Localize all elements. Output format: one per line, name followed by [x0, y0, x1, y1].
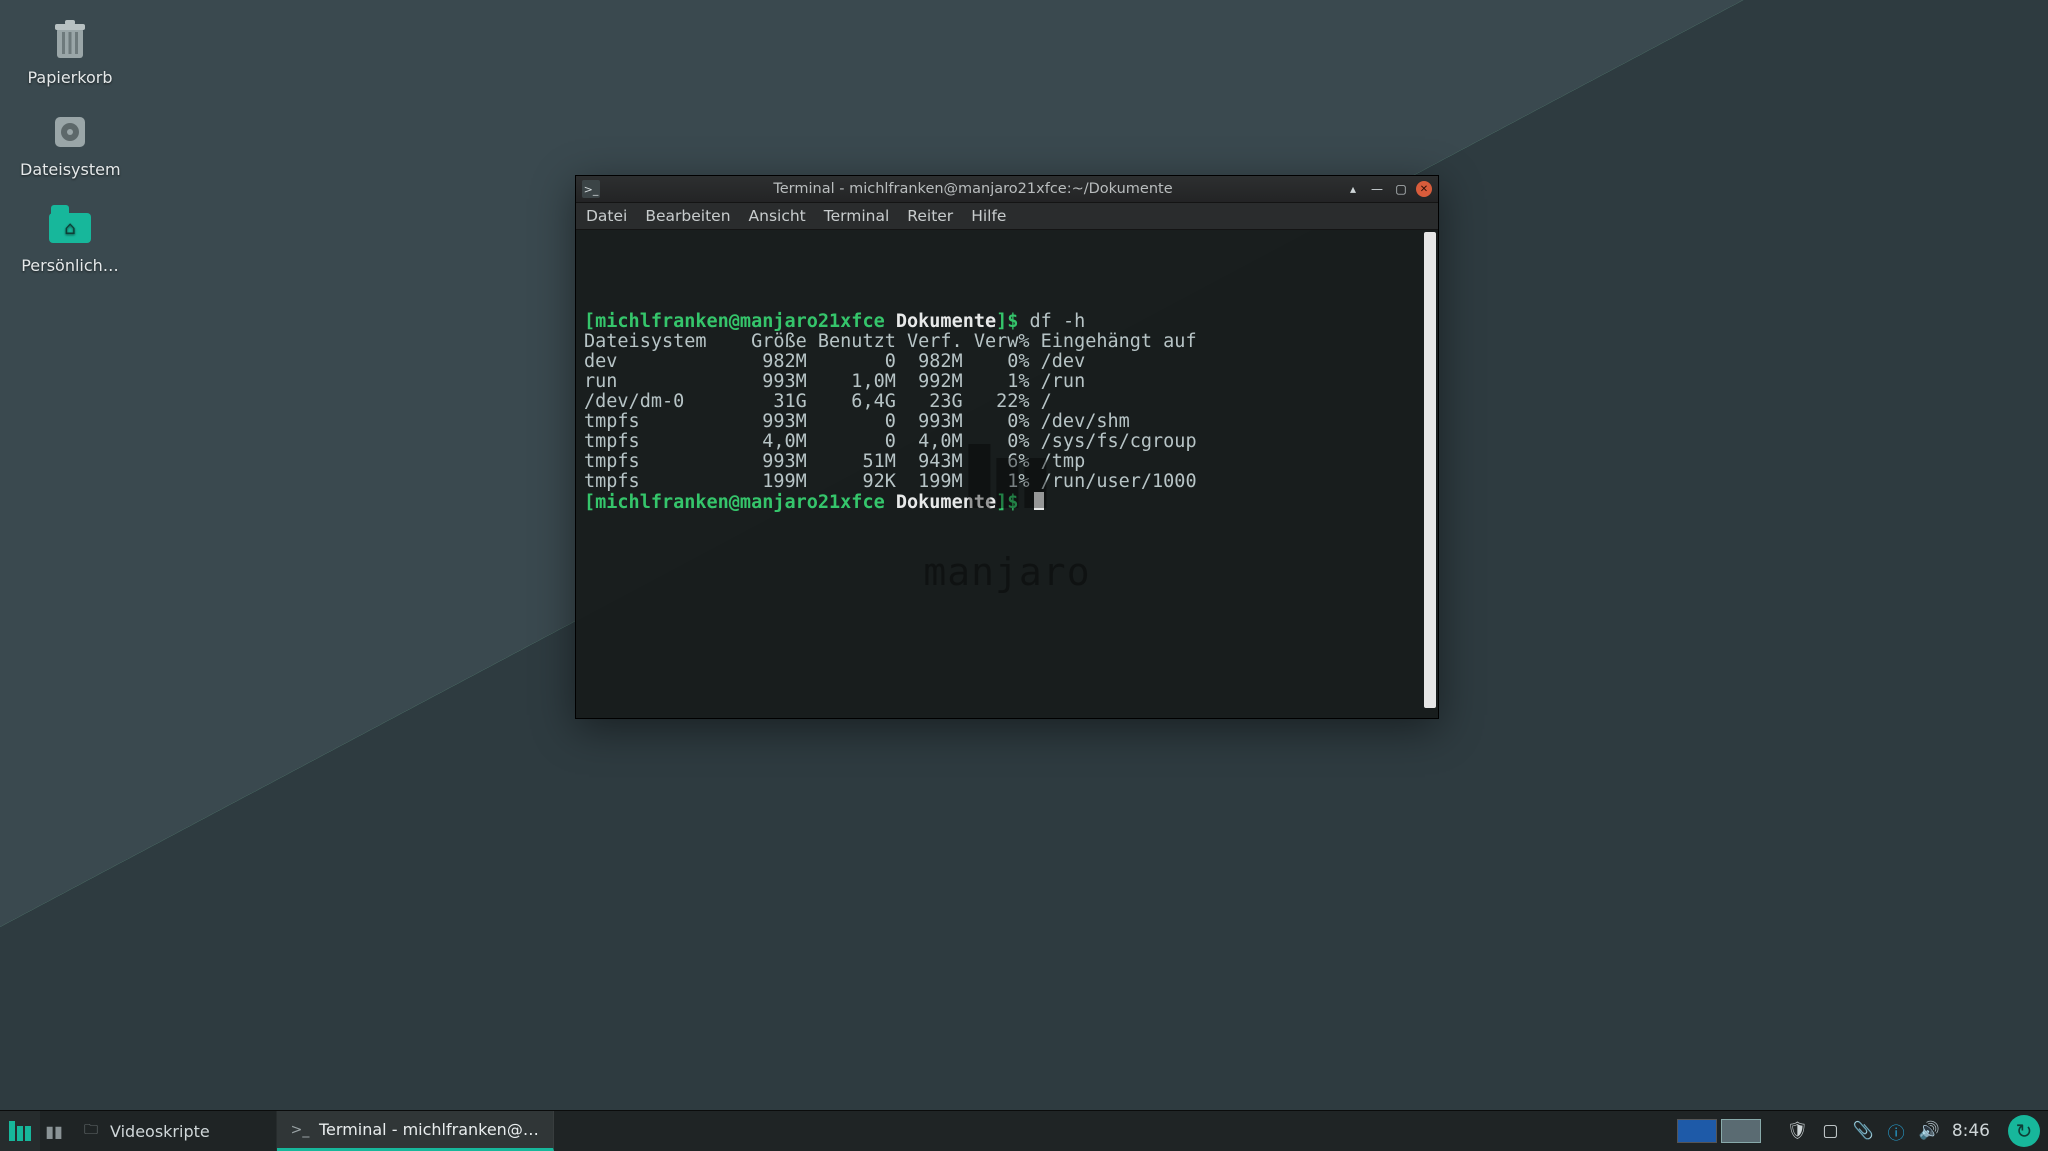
taskbar-entry-terminal[interactable]: >_ Terminal - michlfranken@… [277, 1111, 554, 1151]
workspace-2[interactable] [1721, 1119, 1761, 1143]
window-close-button[interactable]: ✕ [1416, 181, 1432, 197]
menu-file[interactable]: Datei [586, 207, 627, 225]
info-icon[interactable]: ⓘ [1888, 1119, 1905, 1144]
clipboard-icon[interactable]: 📎 [1852, 1121, 1873, 1141]
desktop-icon-trash[interactable]: Papierkorb [20, 18, 120, 87]
workspace-1[interactable] [1677, 1119, 1717, 1143]
menu-terminal[interactable]: Terminal [824, 207, 890, 225]
taskbar-entry-label: Terminal - michlfranken@… [319, 1120, 539, 1139]
shield-icon[interactable]: 🛡 [1787, 1121, 1809, 1141]
desktop-icon-label: Dateisystem [20, 160, 120, 179]
window-minimize-button[interactable]: — [1368, 180, 1386, 198]
workspace-switcher [1677, 1119, 1761, 1143]
desktop-icon-filesystem[interactable]: Dateisystem [20, 110, 120, 179]
trash-icon [48, 18, 92, 62]
display-icon[interactable]: ▢ [1822, 1121, 1838, 1141]
taskbar-entry-file-manager[interactable]: 🗀 Videoskripte [68, 1111, 277, 1151]
volume-icon[interactable]: 🔊 [1919, 1121, 1940, 1141]
desktop-icon-label: Papierkorb [20, 68, 120, 87]
window-shade-button[interactable]: ▴ [1344, 180, 1362, 198]
clock[interactable]: 8:46 [1952, 1121, 2000, 1141]
manjaro-logo-icon [9, 1121, 31, 1141]
terminal-window[interactable]: >_ Terminal - michlfranken@manjaro21xfce… [575, 175, 1439, 719]
disk-icon [48, 110, 92, 154]
terminal-icon: >_ [291, 1121, 309, 1139]
menu-tabs[interactable]: Reiter [907, 207, 953, 225]
system-tray: 🛡 ▢ 📎 ⓘ 🔊 [1775, 1119, 1952, 1144]
terminal-app-icon: >_ [582, 180, 600, 198]
window-titlebar[interactable]: >_ Terminal - michlfranken@manjaro21xfce… [576, 176, 1438, 203]
terminal-output: [michlfranken@manjaro21xfce Dokumente]$ … [584, 312, 1430, 513]
desktop-icon-home[interactable]: ⌂ Persönlich… [20, 206, 120, 275]
taskbar: ▮▮ 🗀 Videoskripte >_ Terminal - michlfra… [0, 1110, 2048, 1151]
menu-help[interactable]: Hilfe [971, 207, 1006, 225]
terminal-scrollbar[interactable] [1424, 232, 1436, 708]
session-button[interactable]: ↻ [2008, 1115, 2040, 1147]
window-maximize-button[interactable]: ▢ [1392, 180, 1410, 198]
menu-view[interactable]: Ansicht [749, 207, 806, 225]
home-folder-icon: ⌂ [48, 206, 92, 250]
terminal-body[interactable]: manjaro [michlfranken@manjaro21xfce Doku… [576, 230, 1438, 718]
menu-edit[interactable]: Bearbeiten [645, 207, 730, 225]
desktop-icon-label: Persönlich… [20, 256, 120, 275]
folder-icon: 🗀 [82, 1122, 100, 1140]
start-menu-button[interactable] [0, 1111, 40, 1151]
taskbar-entry-label: Videoskripte [110, 1122, 210, 1141]
show-desktop-button[interactable]: ▮▮ [40, 1122, 68, 1141]
window-title: Terminal - michlfranken@manjaro21xfce:~/… [608, 181, 1338, 197]
window-menubar: Datei Bearbeiten Ansicht Terminal Reiter… [576, 203, 1438, 230]
